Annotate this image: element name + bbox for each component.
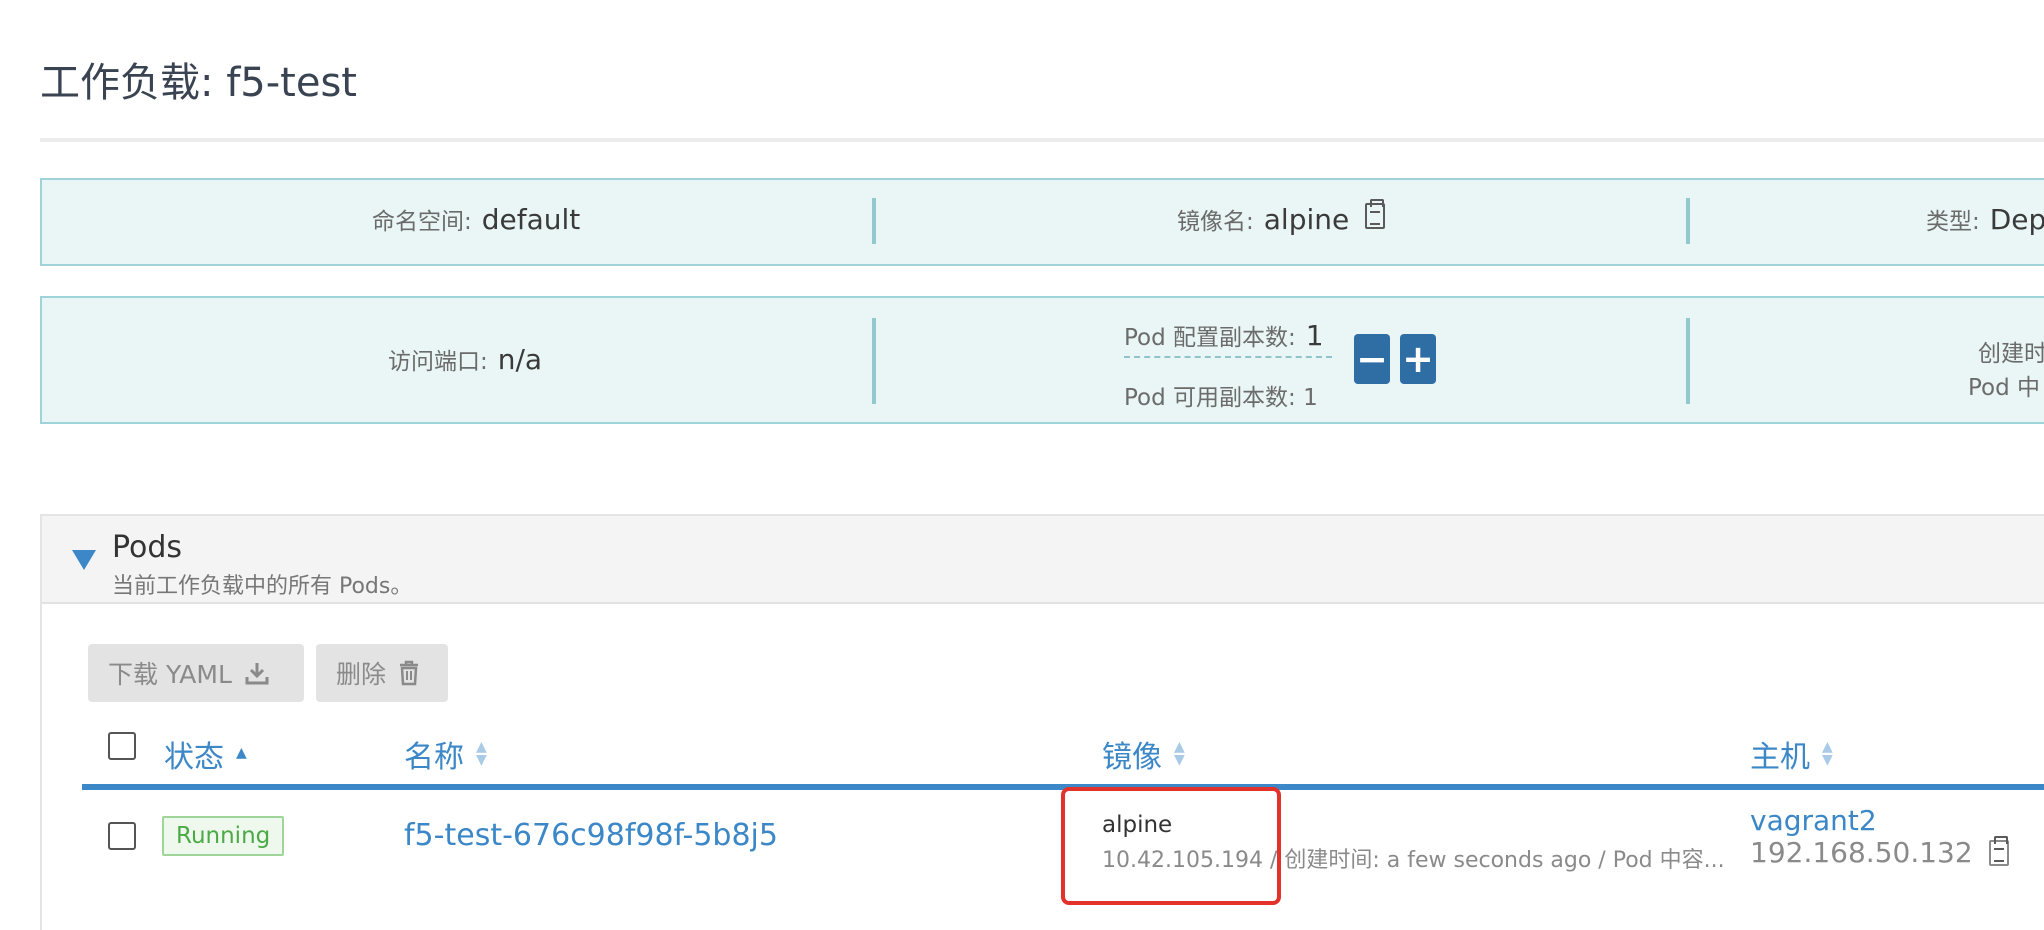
- sort-icon: ▲ ▼: [1174, 738, 1185, 768]
- column-state-label: 状态: [164, 740, 224, 775]
- column-node-label: 主机: [1750, 740, 1810, 775]
- namespace-label: 命名空间:: [372, 209, 472, 235]
- pod-status-label: Pod 中: [1968, 375, 2041, 401]
- desired-replicas-value: 1: [1305, 319, 1324, 352]
- desired-replicas-label: Pod 配置副本数:: [1124, 325, 1296, 351]
- column-image-label: 镜像: [1102, 740, 1162, 775]
- type-field: 类型: Dep: [1926, 202, 2044, 236]
- column-header-name[interactable]: 名称 ▲ ▼: [404, 732, 487, 776]
- node-ip: 192.168.50.132: [1750, 836, 1973, 869]
- row-checkbox[interactable]: [108, 822, 136, 850]
- sort-icon: ▲ ▼: [1822, 738, 1833, 768]
- type-value: Dep: [1989, 203, 2044, 236]
- port-label: 访问端口:: [388, 349, 488, 375]
- type-label: 类型:: [1926, 209, 1980, 235]
- info-row-secondary: 访问端口: n/a Pod 配置副本数: 1 Pod 可用副本数: 1 − + …: [40, 296, 2044, 424]
- desired-replicas: Pod 配置副本数: 1: [1124, 318, 1332, 358]
- available-replicas-label: Pod 可用副本数: 1: [1124, 385, 1318, 411]
- info-row-primary: 命名空间: default 镜像名: alpine 类型: Dep: [40, 178, 2044, 266]
- title-divider: [40, 138, 2044, 142]
- pods-header: Pods 当前工作负载中的所有 Pods。: [42, 516, 2044, 604]
- increment-replicas-button[interactable]: +: [1400, 334, 1436, 384]
- sort-icon: ▲ ▼: [476, 738, 487, 768]
- pods-subtitle: 当前工作负载中的所有 Pods。: [112, 574, 413, 599]
- namespace-value: default: [481, 203, 581, 236]
- pods-section: Pods 当前工作负载中的所有 Pods。 下载 YAML 删除 状态 ▲ 名称…: [40, 514, 2044, 930]
- port-value: n/a: [497, 343, 543, 376]
- pod-status-field: Pod 中: [1968, 368, 2040, 402]
- column-header-state[interactable]: 状态 ▲: [164, 732, 247, 776]
- page-title: 工作负载: f5-test: [40, 60, 357, 106]
- collapse-triangle-icon[interactable]: [72, 550, 96, 570]
- available-replicas: Pod 可用副本数: 1: [1124, 378, 1318, 412]
- separator: [872, 198, 876, 244]
- image-value: alpine: [1263, 203, 1350, 236]
- image-label: 镜像名:: [1177, 209, 1254, 235]
- select-all-checkbox[interactable]: [108, 732, 136, 760]
- image-field: 镜像名: alpine: [1177, 199, 1386, 236]
- separator: [872, 318, 876, 404]
- delete-button[interactable]: 删除: [316, 644, 448, 702]
- trash-icon: [400, 660, 419, 686]
- separator: [1686, 198, 1690, 244]
- column-header-image[interactable]: 镜像 ▲ ▼: [1102, 732, 1185, 776]
- pod-name-link[interactable]: f5-test-676c98f98f-5b8j5: [404, 818, 778, 853]
- port-field: 访问端口: n/a: [388, 342, 542, 376]
- highlight-annotation: [1061, 787, 1281, 905]
- namespace-field: 命名空间: default: [372, 202, 580, 236]
- separator: [1686, 318, 1690, 404]
- node-ip-field: 192.168.50.132: [1750, 835, 2009, 869]
- status-badge: Running: [162, 816, 285, 856]
- copy-icon[interactable]: [1988, 835, 2009, 866]
- delete-label: 删除: [336, 660, 387, 689]
- copy-icon[interactable]: [1365, 199, 1386, 229]
- download-icon: [245, 663, 269, 685]
- sort-ascending-icon: ▲: [236, 745, 247, 762]
- created-label: 创建时: [1978, 341, 2044, 367]
- column-name-label: 名称: [404, 740, 464, 775]
- decrement-replicas-button[interactable]: −: [1354, 334, 1390, 384]
- created-field: 创建时: [1978, 334, 2044, 368]
- pods-title: Pods: [112, 530, 183, 565]
- node-name-link[interactable]: vagrant2: [1750, 804, 1877, 837]
- download-yaml-button[interactable]: 下载 YAML: [88, 644, 304, 702]
- download-yaml-label: 下载 YAML: [108, 660, 232, 689]
- column-header-node[interactable]: 主机 ▲ ▼: [1750, 732, 1833, 776]
